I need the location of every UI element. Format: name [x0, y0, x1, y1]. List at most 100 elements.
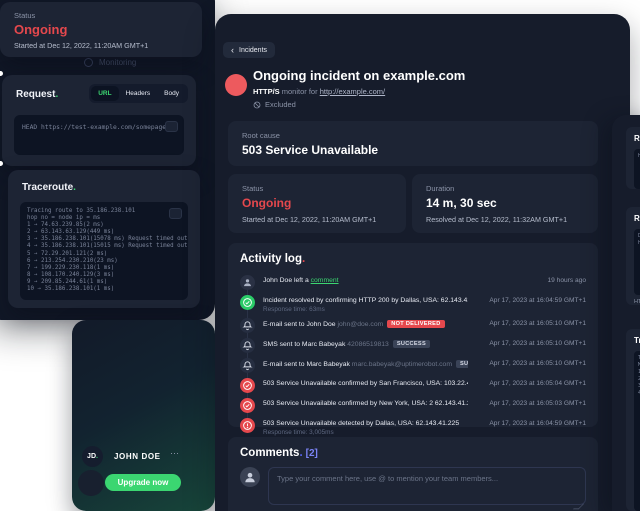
excluded-label: Excluded [265, 100, 296, 109]
activity-row: 503 Service Unavailable confirmed by New… [240, 395, 586, 415]
traceroute-line: hop no = node ip = ms [27, 215, 101, 222]
bell-icon [240, 317, 255, 333]
activity-row-text: E-mail sent to Marc Babeyak marc.babeyak… [263, 359, 468, 368]
copy-button[interactable] [169, 208, 182, 219]
traceroute-title: Traceroute. [22, 182, 76, 193]
request-tabs: URL Headers Body [89, 84, 188, 103]
incident-detail-panel: ‹ Incidents Ongoing incident on example.… [215, 14, 630, 511]
person-icon [245, 472, 255, 483]
status-card: Status Ongoing Started at Dec 12, 2022, … [0, 2, 202, 57]
activity-row-text: 503 Service Unavailable confirmed by New… [263, 399, 468, 407]
duration-card: Duration 14 m, 30 sec Resolved at Dec 12… [412, 174, 598, 233]
alert-circle-icon [240, 417, 255, 433]
activity-timestamp: Apr 17, 2023 at 16:05:04 GMT+1 [489, 379, 586, 387]
user-avatar [240, 467, 260, 487]
status-badge: SUCCESS [392, 339, 430, 348]
title-dot: . [73, 182, 76, 193]
page-title: Ongoing incident on example.com [253, 68, 466, 83]
activity-row-text: John Doe left a comment [263, 276, 339, 284]
root-cause-label: Root cause [242, 131, 280, 140]
status-badge: NOT DELIVERED [387, 319, 445, 328]
activity-row: John Doe left a comment 19 hours ago [240, 272, 586, 292]
partial-card-title: Tra [634, 336, 640, 345]
traceroute-line: 8 → 108.170.240.129(3 ms) [27, 271, 115, 278]
activity-row: 503 Service Unavailable detected by Dall… [240, 415, 586, 438]
traceroute-line: 9 → 209.85.244.61(1 ms) [27, 278, 108, 285]
partial-card: Re D H HTT [626, 207, 640, 305]
activity-muted-text: marc.babeyak@uptimerobot.com [351, 360, 452, 368]
account-panel: JD. JOHN DOE ⋯ Upgrade now [72, 320, 215, 511]
comment-link[interactable]: comment [311, 277, 339, 284]
monitor-url-link[interactable]: http://example.com/ [320, 87, 385, 96]
traceroute-line: 7 → 199.229.230.118(1 ms) [27, 264, 115, 271]
incident-status-dot [225, 74, 247, 96]
comment-input[interactable] [268, 467, 586, 505]
activity-row: Incident resolved by confirming HTTP 200… [240, 292, 586, 315]
back-to-incidents-button[interactable]: ‹ Incidents [223, 42, 276, 58]
title-dot: . [55, 89, 59, 100]
tab-headers[interactable]: Headers [119, 86, 158, 101]
right-partial-panel: Re H Re D H HTT Tra TrM1234 [612, 115, 640, 511]
partial-card-footer: HTT [634, 299, 640, 305]
incident-status-card: Status Ongoing Started at Dec 12, 2022, … [228, 174, 406, 233]
root-cause-card: Root cause 503 Service Unavailable [228, 121, 598, 166]
sidebar-item-label: Monitoring [99, 58, 137, 67]
partial-card: Tra TrM1234 [626, 329, 640, 511]
activity-row-text: SMS sent to Marc Babeyak 42086519813 SUCC… [263, 339, 468, 348]
upgrade-now-button[interactable]: Upgrade now [105, 474, 181, 491]
activity-muted-text: john@doe.com [337, 320, 384, 328]
activity-row-body: 503 Service Unavailable confirmed by New… [263, 398, 468, 407]
avatar: JD. [82, 446, 103, 467]
activity-row-text: Incident resolved by confirming HTTP 200… [263, 296, 468, 304]
traceroute-line: 4 → 35.186.238.101(15015 ms) Request tim… [27, 243, 188, 250]
activity-timestamp: Apr 17, 2023 at 16:05:03 GMT+1 [489, 399, 586, 407]
decorative-circle [78, 470, 104, 496]
title-dot: . [301, 253, 306, 265]
activity-row-text: 503 Service Unavailable confirmed by San… [263, 379, 468, 387]
traceroute-line: 10 → 35.186.238.101(1 ms) [27, 286, 115, 293]
activity-row: E-mail sent to Marc Babeyak marc.babeyak… [240, 355, 586, 375]
activity-timestamp: 19 hours ago [547, 276, 587, 284]
back-label: Incidents [239, 46, 268, 54]
partial-code-block: TrM1234 [634, 351, 640, 511]
activity-row-body: SMS sent to Marc Babeyak 42086519813 SUCC… [263, 338, 468, 348]
activity-row-body: 503 Service Unavailable detected by Dall… [263, 418, 468, 436]
status-meta: Started at Dec 12, 2022, 11:20AM GMT+1 [242, 215, 377, 224]
bell-icon [240, 337, 255, 353]
activity-row-body: 503 Service Unavailable confirmed by San… [263, 378, 468, 387]
tab-body[interactable]: Body [157, 86, 186, 101]
request-code-block: HEAD https://test-example.com/somepage [14, 115, 184, 155]
account-name: JOHN DOE [114, 452, 161, 461]
chevron-left-icon: ‹ [231, 44, 234, 55]
duration-value: 14 m, 30 sec [426, 196, 497, 210]
traceroute-line: 2 → 63.143.63.129(449 ms) [27, 229, 115, 236]
comment-composer [240, 467, 586, 505]
status-value: Ongoing [242, 196, 292, 210]
monitor-subtitle: HTTP/S monitor for http://example.com/ [253, 87, 386, 96]
account-menu-button[interactable]: ⋯ [170, 448, 179, 459]
activity-muted-text: 42086519813 [347, 340, 389, 348]
partial-card-title: Re [634, 214, 640, 223]
activity-row-body: John Doe left a comment [263, 275, 468, 284]
monitor-type: HTTP/S [253, 87, 280, 96]
duration-label: Duration [426, 184, 455, 193]
status-label: Status [14, 11, 36, 20]
partial-code-block: H [634, 149, 640, 189]
excluded-row: Excluded [253, 100, 296, 109]
tab-url[interactable]: URL [91, 86, 119, 101]
activity-timestamp: Apr 17, 2023 at 16:04:59 GMT+1 [489, 296, 586, 304]
response-time-text: Response time: 63ms [263, 305, 325, 313]
copy-button[interactable] [165, 121, 178, 132]
traceroute-code-lines: Tracing route to 35.186.238.101 hop no = … [27, 208, 188, 293]
screenshot-stage: Monitoring Status Ongoing Started at Dec… [0, 0, 640, 511]
activity-row-body: E-mail sent to John Doe john@doe.com NOT … [263, 318, 468, 328]
sidebar-item-monitoring[interactable]: Monitoring [84, 58, 136, 67]
comments-count: [2] [305, 448, 318, 459]
comments-title: Comments. [2] [240, 447, 318, 459]
duration-meta: Resolved at Dec 12, 2022, 11:32AM GMT+1 [426, 215, 568, 224]
request-card: Request. URL Headers Body HEAD https://t… [2, 75, 196, 166]
title-dot: . [299, 447, 303, 459]
check-circle-icon [240, 377, 255, 393]
partial-card: Re H [626, 127, 640, 189]
avatar-dot: . [96, 453, 98, 460]
